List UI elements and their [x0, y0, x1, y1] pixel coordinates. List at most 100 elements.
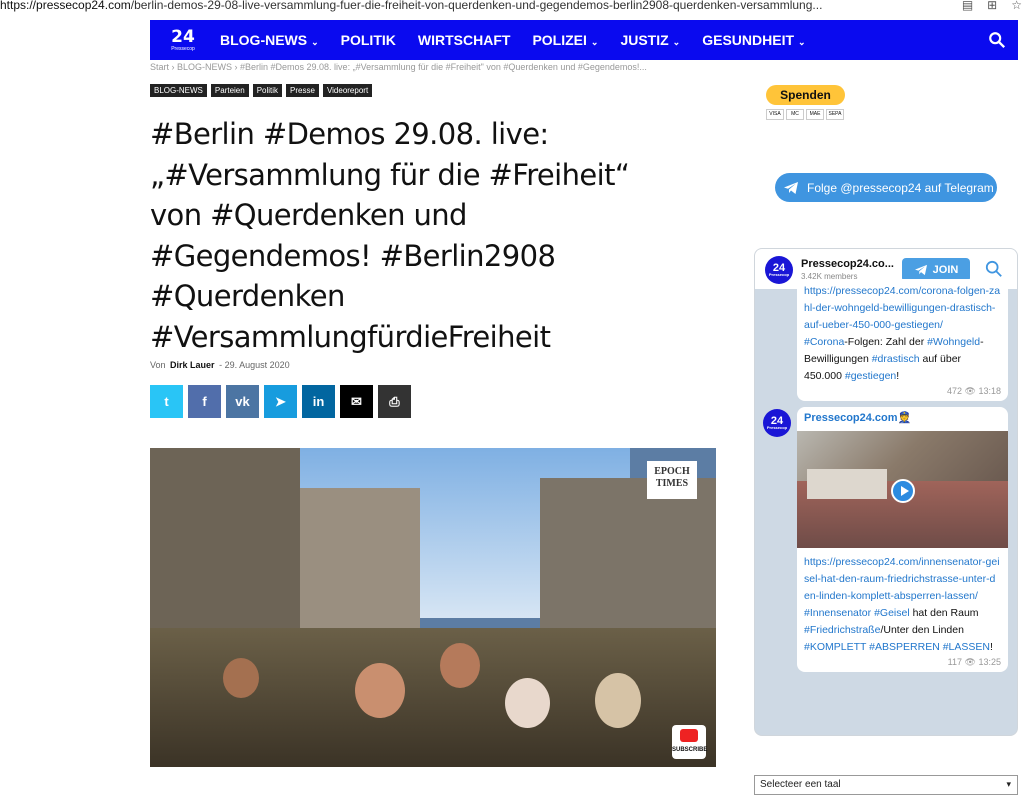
language-select-value: Selecteer een taal	[760, 779, 841, 790]
telegram-icon	[914, 264, 927, 276]
payment-card-icon: MC	[786, 109, 804, 120]
channel-avatar[interactable]: 24 Pressecop	[765, 256, 793, 284]
hashtag-link[interactable]: #KOMPLETT	[804, 641, 866, 653]
chevron-down-icon: ▾	[1006, 779, 1011, 789]
photo-person	[440, 643, 480, 688]
category-tag[interactable]: Parteien	[210, 84, 249, 97]
message-card: Pressecop24.com👮 https://pressecop24.com…	[797, 407, 1008, 672]
email-icon: ✉	[351, 393, 362, 409]
byline: Von Dirk Lauer - 29. August 2020	[150, 360, 290, 370]
language-select[interactable]: Selecteer een taal ▾	[754, 775, 1018, 795]
nav-item-blog-news[interactable]: BLOG-NEWS ⌄	[220, 32, 319, 48]
message-text-segment: !	[896, 370, 900, 382]
author-link[interactable]: Dirk Lauer	[170, 360, 215, 370]
qr-icon[interactable]: ⊞	[987, 0, 997, 12]
hashtag-link[interactable]: #drastisch	[872, 353, 920, 365]
breadcrumb[interactable]: Start › BLOG-NEWS › #Berlin #Demos 29.08…	[150, 62, 740, 72]
hashtag-link[interactable]: #Corona	[804, 336, 844, 348]
hashtag-link[interactable]: #gestiegen	[845, 370, 896, 382]
article-title: #Berlin #Demos 29.08. live: „#Versammlun…	[150, 117, 630, 354]
byline-separator: -	[219, 360, 223, 370]
photo-building-left	[150, 448, 300, 648]
message-text-segment: /Unter den Linden	[880, 624, 964, 636]
article-video-thumbnail[interactable]: EPOCH TIMES SUBSCRIBE	[150, 448, 716, 767]
telegram-icon	[784, 181, 798, 194]
nav-item-label: WIRTSCHAFT	[417, 32, 511, 48]
message-card: https://pressecop24.com/corona-folgen-za…	[797, 279, 1008, 401]
eye-icon: 👁	[964, 657, 976, 667]
address-bar[interactable]: https://pressecop24.com/berlin-demos-29-…	[0, 0, 1024, 14]
message-meta: 117 👁 13:25	[804, 656, 1001, 668]
message-link[interactable]: https://pressecop24.com/innensenator-gei…	[804, 556, 1000, 602]
vk-icon: vk	[235, 394, 250, 409]
join-label: JOIN	[932, 264, 959, 276]
channel-avatar[interactable]: 24 Pressecop	[763, 409, 791, 437]
donate-button[interactable]: Spenden	[766, 85, 845, 105]
eye-icon: 👁	[964, 386, 976, 396]
payment-card-icon: MAE	[806, 109, 824, 120]
share-buttons: t f vk ➤ in ✉ ⎙	[150, 385, 411, 418]
message-meta: 472 👁 13:18	[804, 385, 1001, 397]
message-text-segment: -Folgen: Zahl der	[844, 336, 928, 348]
message-link[interactable]: https://pressecop24.com/corona-folgen-za…	[804, 285, 1000, 331]
hashtag-link[interactable]: #Wohngeld	[927, 336, 980, 348]
search-icon[interactable]	[988, 31, 1006, 49]
vk-share-button[interactable]: vk	[226, 385, 259, 418]
nav-item-wirtschaft[interactable]: WIRTSCHAFT	[418, 32, 511, 48]
facebook-icon: f	[202, 394, 207, 409]
site-logo[interactable]: 24 Pressecop	[158, 20, 208, 60]
chevron-down-icon: ⌄	[672, 37, 681, 47]
nav-item-justiz[interactable]: JUSTIZ ⌄	[620, 32, 680, 48]
category-tag[interactable]: Politik	[252, 84, 283, 97]
linkedin-share-button[interactable]: in	[302, 385, 335, 418]
category-tag[interactable]: Videoreport	[322, 84, 373, 97]
telegram-follow-label: Folge @pressecop24 auf Telegram	[807, 180, 994, 195]
hashtag-link[interactable]: #LASSEN	[943, 641, 990, 653]
nav-item-polizei[interactable]: POLIZEI ⌄	[532, 32, 598, 48]
url-text[interactable]: https://pressecop24.com/berlin-demos-29-…	[0, 0, 900, 12]
url-host: https://pressecop24.com	[0, 0, 131, 12]
message-author[interactable]: Pressecop24.com👮	[797, 407, 1008, 425]
photo-person	[223, 658, 259, 698]
message-text-segment: !	[989, 641, 993, 653]
hashtag-link[interactable]: #Friedrichstraße	[804, 624, 880, 636]
telegram-widget: 24 Pressecop Pressecop24.co... 3.42K memb…	[754, 248, 1018, 736]
print-share-button[interactable]: ⎙	[378, 385, 411, 418]
twitter-share-button[interactable]: t	[150, 385, 183, 418]
message-text: #Innensenator #Geisel hat den Raum #Frie…	[804, 605, 1001, 656]
photo-building-mid	[300, 488, 420, 648]
message-time: 13:25	[978, 657, 1001, 667]
channel-name[interactable]: Pressecop24.co...	[801, 258, 894, 270]
category-tag[interactable]: BLOG-NEWS	[150, 84, 207, 97]
hashtag-link[interactable]: #Innensenator	[804, 607, 871, 619]
telegram-share-button[interactable]: ➤	[264, 385, 297, 418]
nav-item-gesundheit[interactable]: GESUNDHEIT ⌄	[702, 32, 805, 48]
logo-subtext: Pressecop	[171, 45, 195, 52]
nav-item-politik[interactable]: POLITIK	[341, 32, 396, 48]
byline-prefix: Von	[150, 360, 166, 370]
photo-building-right	[540, 478, 716, 648]
email-share-button[interactable]: ✉	[340, 385, 373, 418]
telegram-follow-button[interactable]: Folge @pressecop24 auf Telegram	[775, 173, 997, 202]
article-date: 29. August 2020	[224, 360, 290, 370]
logo-number: 24	[171, 26, 195, 47]
message-video[interactable]	[797, 431, 1008, 548]
reader-icon[interactable]: ▤	[962, 0, 973, 12]
category-tag[interactable]: Presse	[286, 84, 319, 97]
hashtag-link[interactable]: #ABSPERREN	[869, 641, 940, 653]
youtube-subscribe-badge[interactable]: SUBSCRIBE	[672, 725, 707, 759]
view-count: 472	[946, 386, 962, 396]
bookmark-star-icon[interactable]: ☆	[1011, 0, 1022, 12]
payment-card-icon: SEPA	[826, 109, 844, 120]
chevron-down-icon: ⌄	[798, 37, 806, 47]
nav-item-label: BLOG-NEWS	[220, 32, 308, 48]
facebook-share-button[interactable]: f	[188, 385, 221, 418]
message-text: #Corona-Folgen: Zahl der #Wohngeld-Bewil…	[804, 334, 1001, 385]
search-icon[interactable]	[985, 260, 1003, 278]
play-icon[interactable]	[891, 479, 915, 503]
hashtag-link[interactable]: #Geisel	[874, 607, 910, 619]
nav-item-label: JUSTIZ	[620, 32, 669, 48]
print-icon: ⎙	[389, 393, 400, 409]
photo-person	[505, 678, 550, 728]
twitter-icon: t	[164, 394, 169, 409]
